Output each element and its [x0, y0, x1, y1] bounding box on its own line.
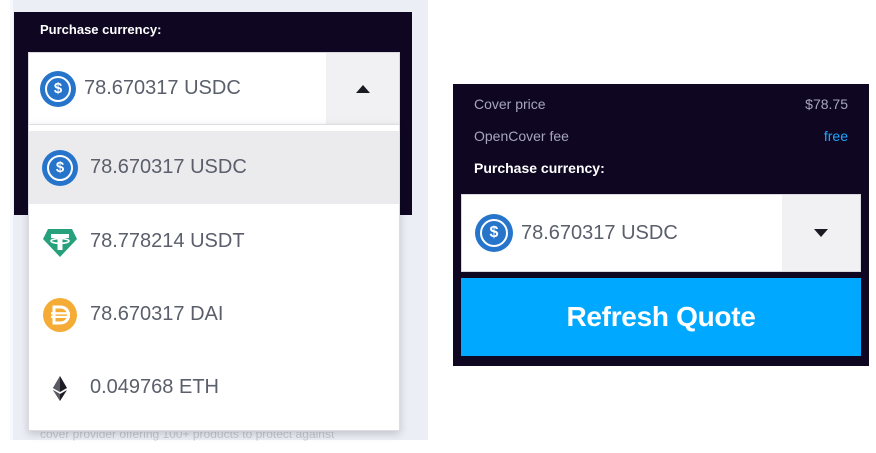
chevron-down-icon	[814, 229, 828, 237]
option-amount: 78.778214 USDT	[90, 230, 245, 252]
purchase-currency-label: Purchase currency:	[40, 22, 162, 37]
opencover-fee-label: OpenCover fee	[474, 128, 569, 144]
selected-currency-amount: 78.670317 USDC	[521, 221, 678, 244]
purchase-currency-label: Purchase currency:	[474, 160, 605, 176]
dai-icon	[43, 297, 77, 332]
dropdown-toggle[interactable]	[326, 53, 399, 124]
dropdown-toggle[interactable]	[782, 195, 860, 271]
refresh-quote-button[interactable]: Refresh Quote	[461, 278, 861, 356]
chevron-up-icon	[355, 84, 370, 93]
selected-currency-amount: 78.670317 USDC	[84, 77, 241, 99]
option-amount: 78.670317 USDC	[90, 156, 247, 178]
eth-icon	[53, 375, 67, 401]
opencover-fee-value: free	[823, 128, 848, 144]
currency-dropdown-list: $ 78.670317 USDC 78.778214 USDT 78.67031…	[28, 124, 400, 431]
currency-option-usdc[interactable]: $ 78.670317 USDC	[29, 131, 399, 204]
usdc-icon: $	[40, 70, 76, 107]
usdc-icon: $	[42, 149, 78, 186]
usdc-icon: $	[475, 214, 513, 252]
usdt-icon	[43, 228, 77, 257]
currency-select-open[interactable]: $ 78.670317 USDC	[28, 52, 400, 125]
option-amount: 78.670317 DAI	[90, 303, 224, 325]
currency-option-usdt[interactable]: 78.778214 USDT	[29, 205, 399, 278]
currency-select[interactable]: $ 78.670317 USDC	[461, 194, 861, 272]
cover-price-label: Cover price	[474, 96, 546, 112]
cover-price-value: $78.75	[805, 96, 848, 112]
currency-option-dai[interactable]: 78.670317 DAI	[29, 278, 399, 351]
currency-option-eth[interactable]: 0.049768 ETH	[29, 351, 399, 424]
option-amount: 0.049768 ETH	[90, 376, 219, 398]
